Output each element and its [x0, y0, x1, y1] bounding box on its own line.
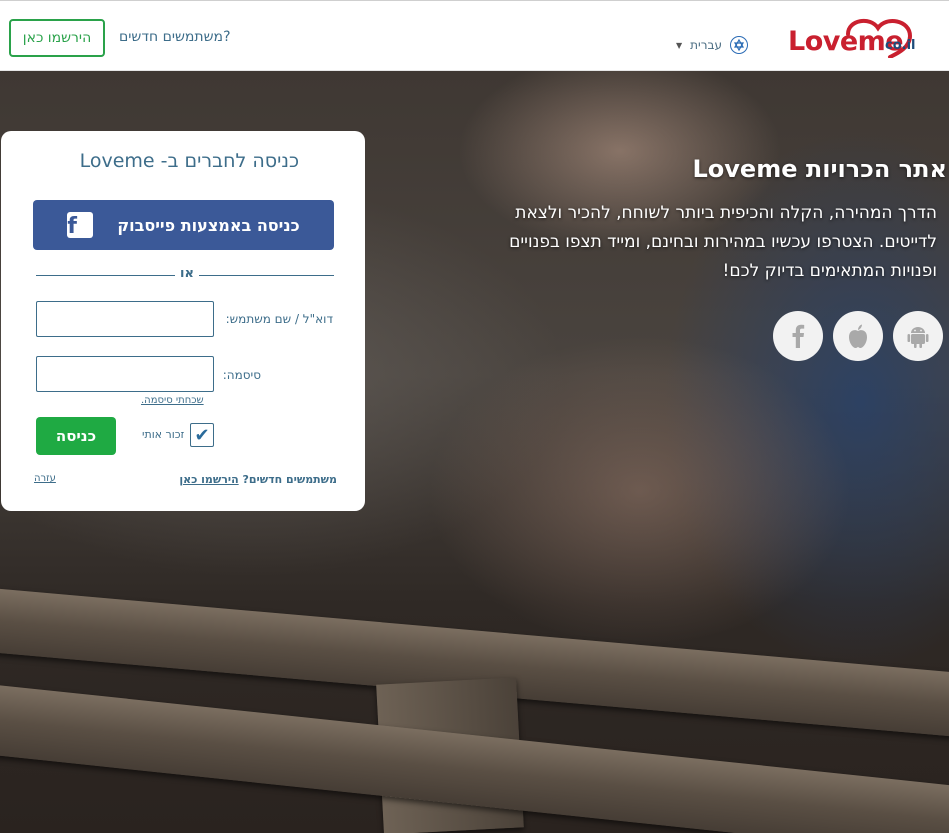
- remember-me-label: זכור אותי: [142, 428, 185, 441]
- facebook-login-label: כניסה באמצעות פייסבוק: [117, 215, 300, 235]
- facebook-app-button[interactable]: [773, 311, 823, 361]
- password-label: סיסמה:: [222, 368, 261, 382]
- login-card: כניסה לחברים ב- Loveme כניסה באמצעות פיי…: [1, 131, 365, 511]
- login-title: כניסה לחברים ב- Loveme: [79, 150, 299, 172]
- checkmark-icon: ✔: [194, 424, 210, 446]
- facebook-icon: [792, 324, 805, 348]
- help-link[interactable]: עזרה: [34, 473, 56, 484]
- language-label: עברית: [690, 38, 722, 52]
- facebook-login-button[interactable]: כניסה באמצעות פייסבוק f: [33, 200, 334, 250]
- android-app-button[interactable]: [893, 311, 943, 361]
- remember-me-checkbox[interactable]: ✔: [190, 423, 214, 447]
- hero-title: אתר הכרויות Loveme: [692, 155, 948, 183]
- forgot-password-link[interactable]: שכחתי סיסמה.: [141, 395, 204, 406]
- username-label: דוא"ל / שם משתמש:: [225, 312, 333, 326]
- register-link[interactable]: הירשמו כאן: [179, 473, 238, 486]
- apple-app-button[interactable]: [833, 311, 883, 361]
- facebook-icon: f: [67, 212, 94, 238]
- new-users-label: משתמשים חדשים?: [119, 29, 231, 45]
- loveme-logo[interactable]: Loveme co.il: [788, 14, 918, 60]
- israel-flag-icon: [729, 36, 748, 54]
- username-input[interactable]: [36, 301, 214, 337]
- apple-icon: [849, 324, 867, 348]
- or-label: או: [175, 266, 199, 281]
- header-register-button[interactable]: הירשמו כאן: [9, 19, 105, 57]
- language-selector[interactable]: ▼ עברית: [676, 36, 748, 54]
- android-icon: [907, 327, 929, 348]
- new-users-footer-label: משתמשים חדשים?: [242, 473, 338, 486]
- logo-suffix: co.il: [885, 38, 916, 53]
- password-input[interactable]: [36, 356, 214, 392]
- top-header: הירשמו כאן משתמשים חדשים? ▼ עברית Loveme…: [0, 0, 949, 71]
- top-border: [0, 0, 949, 1]
- hero-description: הדרך המהירה, הקלה והכיפית ביותר לשוחח, ל…: [509, 203, 937, 281]
- new-users-footer: משתמשים חדשים? הירשמו כאן: [179, 473, 337, 486]
- login-button[interactable]: כניסה: [36, 417, 116, 455]
- chevron-down-icon: ▼: [676, 40, 683, 50]
